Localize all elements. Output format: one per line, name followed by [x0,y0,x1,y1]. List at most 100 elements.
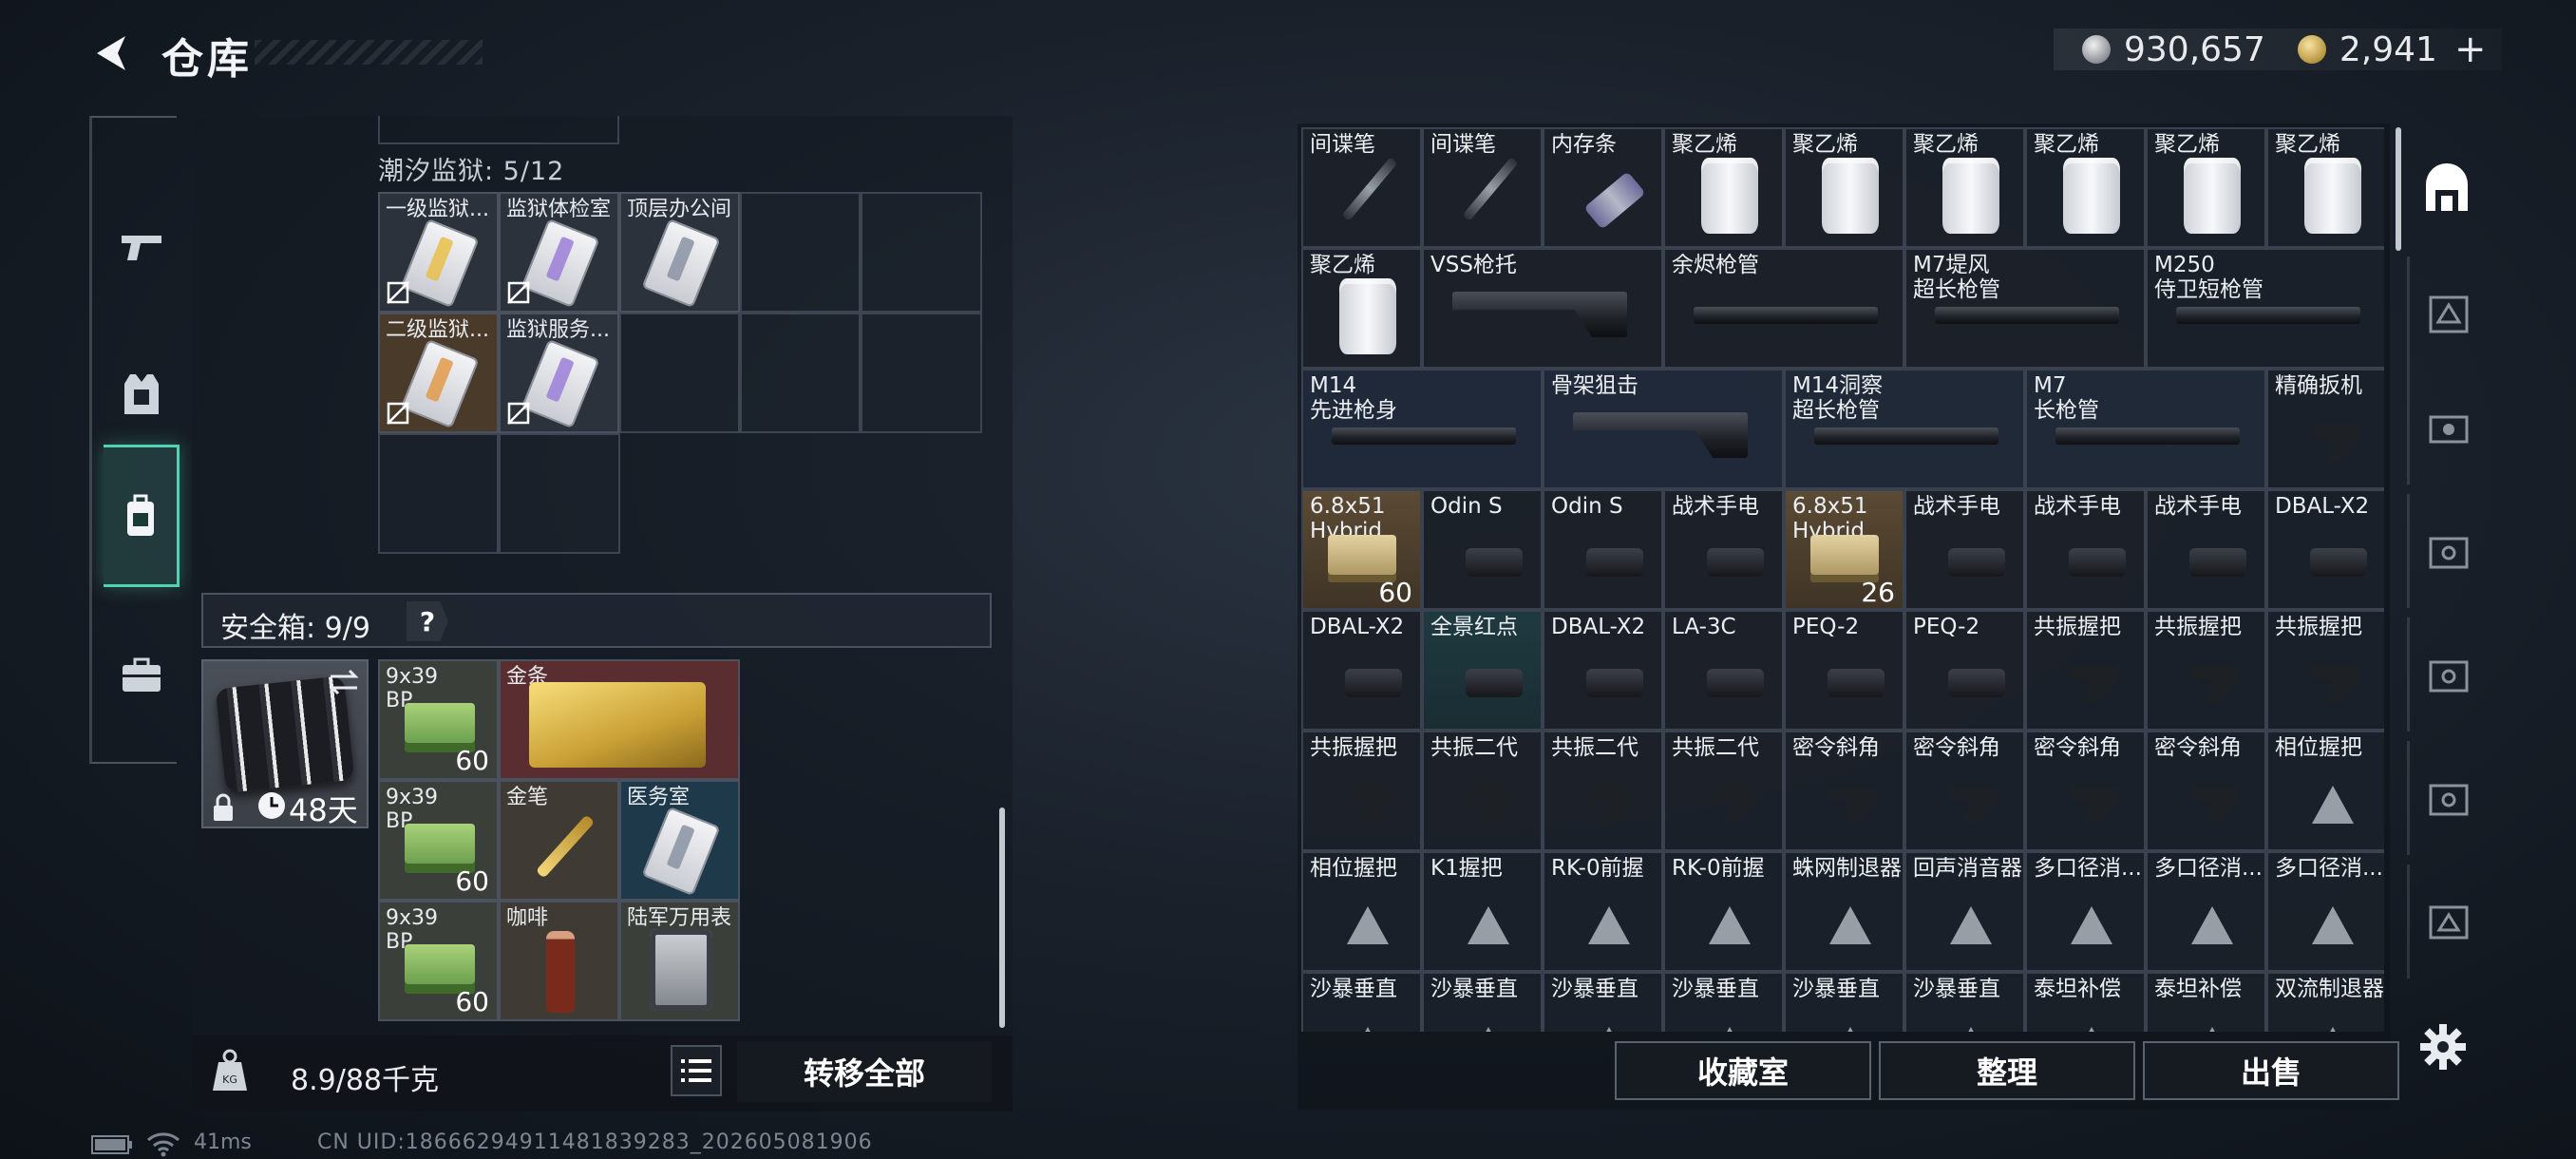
keycard-item[interactable]: 监狱体检室 [499,192,619,313]
warehouse-item[interactable]: 密令斜角 [2146,731,2266,851]
warehouse-item[interactable]: 多口径消... [2146,851,2266,972]
rail-gti-2[interactable] [2407,370,2487,484]
warehouse-item[interactable]: M7 长枪管 [2025,369,2266,489]
warehouse-item[interactable]: Odin S [1422,489,1543,610]
list-view-button[interactable] [671,1045,722,1096]
warehouse-item[interactable]: 6.8x51 Hybrid 60 [1301,489,1422,610]
keycard-item[interactable]: 顶层办公间 [619,192,740,313]
warehouse-item[interactable]: LA-3C [1663,610,1784,731]
rail-v-2[interactable] [2407,618,2487,732]
warehouse-item[interactable]: RK-0前握 [1663,851,1784,972]
warehouse-item[interactable]: M7堤风 超长枪管 [1904,248,2146,369]
warehouse-item[interactable]: M14 先进枪身 [1301,369,1543,489]
warehouse-item[interactable]: M250 侍卫短枪管 [2146,248,2384,369]
keycard-item[interactable]: 一级监狱... [378,192,499,313]
warehouse-item[interactable]: 共振二代 [1422,731,1543,851]
back-button[interactable] [85,27,139,80]
gold-bar-item[interactable]: 金条 [499,659,740,780]
keycard-item[interactable]: 医务室 [619,780,740,901]
warehouse-item[interactable]: Odin S [1543,489,1663,610]
grid-cell[interactable] [861,192,982,313]
warehouse-item[interactable]: 聚乙烯 [2266,127,2384,248]
ammo-item[interactable]: 9x39 BP 60 [378,780,499,901]
warehouse-item[interactable]: 沙暴垂直 [1301,972,1422,1032]
right-scrollbar[interactable] [2396,127,2401,251]
warehouse-item[interactable]: 内存条 [1543,127,1663,248]
grid-cell[interactable] [619,313,740,433]
warehouse-item[interactable]: 6.8x51 Hybrid 26 [1784,489,1904,610]
transfer-all-button[interactable]: 转移全部 [737,1041,992,1102]
warehouse-item[interactable]: 相位握把 [1301,851,1422,972]
warehouse-item[interactable]: 战术手电 [1904,489,2025,610]
warehouse-item[interactable]: 回声消音器 [1904,851,2025,972]
ammo-item[interactable]: 9x39 BP 60 [378,659,499,780]
keycard-item[interactable]: 二级监狱... [378,313,499,433]
warehouse-item[interactable]: 泰坦补偿 [2025,972,2146,1032]
warehouse-item[interactable]: 多口径消... [2266,851,2384,972]
warehouse-item[interactable]: 战术手电 [2025,489,2146,610]
warehouse-item[interactable]: 沙暴垂直 [1422,972,1543,1032]
grid-cell[interactable] [740,313,861,433]
nav-weapons[interactable] [104,177,180,319]
warehouse-item[interactable]: 共振握把 [2146,610,2266,731]
warehouse-item[interactable]: 沙暴垂直 [1663,972,1784,1032]
multimeter-item[interactable]: 陆军万用表 [619,901,740,1021]
warehouse-item[interactable]: 战术手电 [1663,489,1784,610]
settings-gear-icon[interactable] [2418,1022,2468,1072]
rail-iv[interactable] [2407,864,2487,978]
warehouse-item[interactable]: 间谍笔 [1301,127,1422,248]
add-currency-button[interactable]: + [2454,28,2487,71]
sell-button[interactable]: 出售 [2143,1041,2399,1100]
warehouse-item[interactable]: 聚乙烯 [1784,127,1904,248]
warehouse-item[interactable]: 共振二代 [1543,731,1663,851]
rail-warehouse[interactable] [2407,133,2487,247]
warehouse-item[interactable]: VSS枪托 [1422,248,1663,369]
nav-backpack[interactable] [104,445,180,587]
collection-room-button[interactable]: 收藏室 [1615,1041,1871,1100]
ammo-item[interactable]: 9x39 BP 60 [378,901,499,1021]
warehouse-item[interactable]: 共振握把 [1301,731,1422,851]
warehouse-item[interactable]: 沙暴垂直 [1904,972,2025,1032]
keycard-item[interactable]: 监狱服务... [499,313,619,433]
nav-case[interactable] [104,604,180,747]
warehouse-item[interactable]: PEQ-2 [1904,610,2025,731]
warehouse-item[interactable]: 间谍笔 [1422,127,1543,248]
warehouse-item[interactable]: 共振握把 [2025,610,2146,731]
gold-pen-item[interactable]: 金笔 [499,780,619,901]
warehouse-item[interactable]: 聚乙烯 [1301,248,1422,369]
warehouse-item[interactable]: 聚乙烯 [1904,127,2025,248]
sort-button[interactable]: 整理 [1879,1041,2135,1100]
warehouse-item[interactable]: 密令斜角 [1784,731,1904,851]
warehouse-item[interactable]: 沙暴垂直 [1784,972,1904,1032]
warehouse-item[interactable]: 密令斜角 [1904,731,2025,851]
warehouse-item[interactable]: PEQ-2 [1784,610,1904,731]
warehouse-item[interactable]: 余烬枪管 [1663,248,1904,369]
warehouse-item[interactable]: 密令斜角 [2025,731,2146,851]
warehouse-item[interactable]: 战术手电 [2146,489,2266,610]
warehouse-item[interactable]: 共振二代 [1663,731,1784,851]
warehouse-item[interactable]: 蛛网制退器 [1784,851,1904,972]
warehouse-item[interactable]: DBAL-X2 [1543,610,1663,731]
warehouse-item[interactable]: K1握把 [1422,851,1543,972]
rail-v-3[interactable] [2407,741,2487,855]
warehouse-item[interactable]: 精确扳机 [2266,369,2384,489]
warehouse-item[interactable]: 全景红点 [1422,610,1543,731]
warehouse-item[interactable]: 骨架狙击 [1543,369,1784,489]
warehouse-item[interactable]: 泰坦补偿 [2146,972,2266,1032]
warehouse-item[interactable]: 聚乙烯 [2146,127,2266,248]
grid-cell[interactable] [499,433,620,554]
grid-cell[interactable] [740,192,861,313]
swap-icon[interactable] [327,667,361,697]
warehouse-item[interactable]: 相位握把 [2266,731,2384,851]
warehouse-item[interactable]: 沙暴垂直 [1543,972,1663,1032]
warehouse-item[interactable]: DBAL-X2 [1301,610,1422,731]
grid-cell[interactable] [861,313,982,433]
coffee-item[interactable]: 咖啡 [499,901,619,1021]
warehouse-item[interactable]: RK-0前握 [1543,851,1663,972]
rail-gti-1[interactable] [2407,256,2487,370]
warehouse-item[interactable]: DBAL-X2 [2266,489,2384,610]
warehouse-item[interactable]: 共振握把 [2266,610,2384,731]
grid-cell[interactable] [378,433,499,554]
safebox-help-button[interactable]: ? [407,601,448,641]
rail-v-1[interactable] [2407,494,2487,608]
